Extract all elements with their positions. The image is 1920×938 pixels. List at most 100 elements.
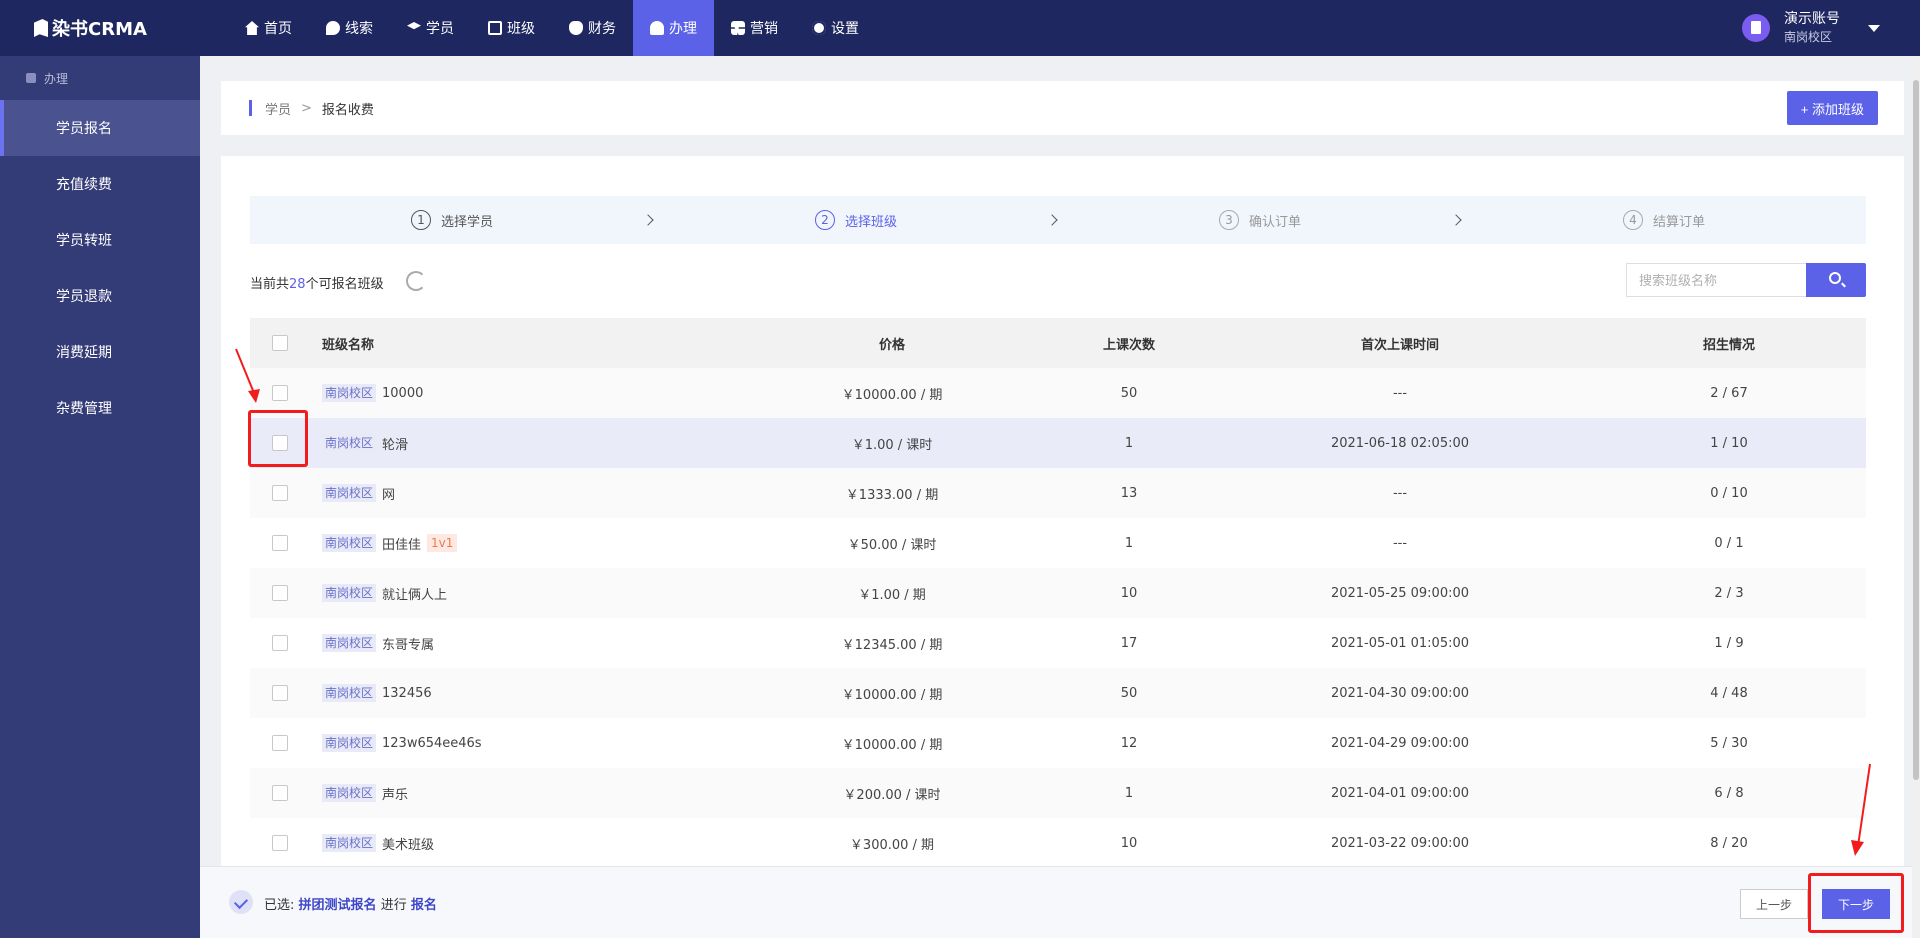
sidebar-item-transfer[interactable]: 学员转班 xyxy=(0,212,200,268)
row-checkbox[interactable] xyxy=(272,685,288,701)
row-checkbox[interactable] xyxy=(272,585,288,601)
step-label: 选择学员 xyxy=(440,214,493,230)
top-nav-bar: 染书CRMA 首页 线索 学员 班级 财务 办理 营销 设置 演示账号 南岗校区 xyxy=(0,0,1920,56)
class-name: 132456 xyxy=(382,685,432,701)
step-label: 选择班级 xyxy=(844,214,897,230)
class-times: 17 xyxy=(1120,635,1138,651)
search-input[interactable] xyxy=(1626,263,1806,297)
nav-item-settings[interactable]: 设置 xyxy=(795,0,876,56)
select-all-checkbox[interactable] xyxy=(272,335,288,351)
logo-text: 染书CRMA xyxy=(52,19,147,40)
table-row[interactable]: 南岗校区 田佳佳 1v1 ￥50.00 / 课时 1 --- 0 / 1 xyxy=(250,518,1866,568)
table-row[interactable]: 南岗校区 10000 ￥10000.00 / 期 50 --- 2 / 67 xyxy=(250,368,1866,418)
class-times: 50 xyxy=(1120,685,1138,701)
row-checkbox[interactable] xyxy=(272,635,288,651)
sidebar-item-label: 杂费管理 xyxy=(56,401,112,417)
class-enrollment: 0 / 10 xyxy=(1710,485,1748,501)
nav-label: 班级 xyxy=(507,21,535,37)
add-class-button[interactable]: + 添加班级 xyxy=(1786,91,1878,125)
row-checkbox[interactable] xyxy=(272,535,288,551)
selected-mid: 进行 xyxy=(380,898,407,913)
breadcrumb-separator: > xyxy=(301,100,312,116)
account-menu[interactable]: 演示账号 南岗校区 xyxy=(1742,0,1880,56)
step-confirm-order: 3 确认订单 xyxy=(1058,196,1462,244)
class-first-time: --- xyxy=(1392,385,1408,401)
nav-item-finance[interactable]: 财务 xyxy=(552,0,633,56)
nav-item-handle[interactable]: 办理 xyxy=(633,0,714,56)
row-checkbox[interactable] xyxy=(272,735,288,751)
table-row[interactable]: 南岗校区网 ￥1333.00 / 期 13 --- 0 / 10 xyxy=(250,468,1866,518)
row-checkbox[interactable] xyxy=(272,485,288,501)
handle-icon xyxy=(650,21,664,35)
selection-summary: 已选: 拼团测试报名 进行 报名 xyxy=(264,894,437,913)
nav-item-clue[interactable]: 线索 xyxy=(309,0,390,56)
class-times: 10 xyxy=(1120,835,1138,851)
breadcrumb-current: 报名收费 xyxy=(321,102,374,118)
step-settle-order: 4 结算订单 xyxy=(1462,196,1866,244)
avatar[interactable] xyxy=(1742,14,1770,42)
nav-item-marketing[interactable]: 营销 xyxy=(714,0,795,56)
class-times: 1 xyxy=(1124,785,1134,801)
class-first-time: --- xyxy=(1392,535,1408,551)
class-name: 田佳佳 xyxy=(382,537,422,553)
campus-tag: 南岗校区 xyxy=(322,834,377,852)
student-icon xyxy=(407,22,421,30)
prev-step-button[interactable]: 上一步 xyxy=(1740,889,1808,919)
header-price: 价格 xyxy=(878,337,905,353)
breadcrumb-card: 学员 > 报名收费 + 添加班级 xyxy=(221,81,1904,135)
class-name: 轮滑 xyxy=(382,437,409,453)
class-price: ￥50.00 / 课时 xyxy=(847,537,937,553)
sidebar-item-recharge[interactable]: 充值续费 xyxy=(0,156,200,212)
class-price: ￥12345.00 / 期 xyxy=(841,637,943,653)
class-enrollment: 5 / 30 xyxy=(1710,735,1748,751)
sidebar-item-label: 学员报名 xyxy=(56,121,112,137)
header-name: 班级名称 xyxy=(322,337,375,353)
class-times: 13 xyxy=(1120,485,1138,501)
class-enrollment: 4 / 48 xyxy=(1710,685,1748,701)
list-toolbar: 当前共28个可报名班级 xyxy=(250,263,1866,299)
sidebar-item-label: 充值续费 xyxy=(56,177,112,193)
table-row[interactable]: 南岗校区 就让俩人上 ￥1.00 / 期 10 2021-05-25 09:00:00 2… xyxy=(250,568,1866,618)
chevron-right-icon xyxy=(1450,214,1462,226)
nav-item-class[interactable]: 班级 xyxy=(471,0,552,56)
table-row[interactable]: 南岗校区 美术班级 ￥300.00 / 期 10 2021-03-22 09:00:00… xyxy=(250,818,1866,866)
row-checkbox[interactable] xyxy=(272,785,288,801)
class-enrollment: 0 / 1 xyxy=(1714,535,1744,551)
sidebar-item-enroll[interactable]: 学员报名 xyxy=(0,100,200,156)
table-row[interactable]: 南岗校区 轮滑 ￥1.00 / 课时 1 2021-06-18 02:05:00 1 / … xyxy=(250,418,1866,468)
table-row[interactable]: 南岗校区 东哥专属 ￥12345.00 / 期 17 2021-05-01 01:05:… xyxy=(250,618,1866,668)
chevron-down-icon[interactable] xyxy=(1868,24,1880,32)
sidebar-item-label: 消费延期 xyxy=(56,345,112,361)
table-header: 班级名称 价格 上课次数 首次上课时间 招生情况 xyxy=(250,318,1866,368)
nav-item-student[interactable]: 学员 xyxy=(390,0,471,56)
app-logo[interactable]: 染书CRMA xyxy=(0,0,200,56)
nav-label: 学员 xyxy=(426,21,454,37)
main-nav: 首页 线索 学员 班级 财务 办理 营销 设置 xyxy=(228,0,876,56)
row-checkbox[interactable] xyxy=(272,835,288,851)
row-checkbox[interactable] xyxy=(272,385,288,401)
class-times: 10 xyxy=(1120,585,1138,601)
check-circle-icon xyxy=(229,890,253,914)
refresh-icon[interactable] xyxy=(406,271,426,291)
finance-icon xyxy=(569,21,583,35)
sidebar-item-extend[interactable]: 消费延期 xyxy=(0,324,200,380)
class-enrollment: 2 / 3 xyxy=(1714,585,1744,601)
home-icon xyxy=(245,21,259,35)
nav-item-home[interactable]: 首页 xyxy=(228,0,309,56)
class-first-time: 2021-04-29 09:00:00 xyxy=(1330,735,1470,751)
search-button[interactable] xyxy=(1806,263,1866,297)
table-row[interactable]: 南岗校区 123w654ee46s ￥10000.00 / 期 12 2021-04-2… xyxy=(250,718,1866,768)
annotation-arrow-checkbox xyxy=(235,348,260,403)
count-number: 28 xyxy=(289,277,306,292)
table-row[interactable]: 南岗校区 声乐 ￥200.00 / 课时 1 2021-04-01 09:00:00 6 … xyxy=(250,768,1866,818)
class-price: ￥1333.00 / 期 xyxy=(845,487,939,503)
nav-label: 首页 xyxy=(264,21,292,37)
table-row[interactable]: 南岗校区 132456 ￥10000.00 / 期 50 2021-04-30 09:0… xyxy=(250,668,1866,718)
sidebar-item-refund[interactable]: 学员退款 xyxy=(0,268,200,324)
account-name: 演示账号 xyxy=(1784,11,1840,27)
nav-label: 设置 xyxy=(831,21,859,37)
sidebar-item-misc-fee[interactable]: 杂费管理 xyxy=(0,380,200,436)
step-select-class: 2 选择班级 xyxy=(654,196,1058,244)
scrollbar-thumb[interactable] xyxy=(1913,80,1919,780)
breadcrumb-parent[interactable]: 学员 xyxy=(265,99,291,118)
